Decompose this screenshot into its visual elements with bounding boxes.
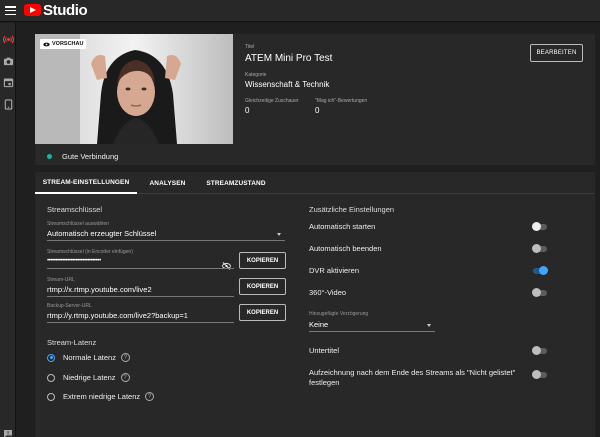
stream-key-underline (47, 268, 234, 269)
auto-start-toggle[interactable] (532, 222, 547, 231)
stream-preview-thumbnail[interactable]: VORSCHAU (35, 34, 233, 144)
auto-end-toggle[interactable] (532, 244, 547, 253)
auto-end-label: Automatisch beenden (309, 244, 382, 253)
edit-button[interactable]: BEARBEITEN (530, 44, 583, 62)
top-app-bar: Studio (0, 0, 600, 22)
tab-stream-settings[interactable]: STREAM-EINSTELLUNGEN (35, 172, 137, 194)
vr360-toggle[interactable] (532, 288, 547, 297)
connection-status-dot (47, 154, 52, 159)
copy-stream-url-button[interactable]: KOPIEREN (239, 278, 286, 295)
sidebar-item-mobile[interactable] (0, 96, 16, 112)
viewers-count: 0 (245, 106, 250, 115)
stream-key-field[interactable]: •••••••••••••••••••••••••••••••• (47, 257, 101, 264)
stream-key-section-title: Streamschlüssel (47, 205, 103, 214)
stream-title: ATEM Mini Pro Test (245, 53, 333, 64)
additional-settings-title: Zusätzliche Einstellungen (309, 205, 395, 214)
copy-backup-url-button[interactable]: KOPIEREN (239, 304, 286, 321)
preview-image (35, 34, 233, 144)
backup-url-field[interactable]: rtmp://y.rtmp.youtube.com/live2?backup=1 (47, 311, 188, 320)
camera-icon (3, 57, 13, 65)
latency-option-label: Extrem niedrige Latenz (63, 392, 141, 401)
stream-url-field[interactable]: rtmp://x.rtmp.youtube.com/live2 (47, 285, 152, 294)
auto-start-label: Automatisch starten (309, 222, 376, 231)
dvr-label: DVR aktivieren (309, 266, 360, 275)
likes-label: "Mag ich"-Bewertungen (315, 98, 368, 104)
unlisted-label: Aufzeichnung nach dem Ende des Streams a… (309, 368, 516, 387)
radio-button-checked[interactable] (47, 353, 55, 362)
stream-key-select-label: Streamschlüssel auswählen (47, 221, 109, 227)
dvr-toggle[interactable] (533, 266, 548, 275)
stream-key-select-underline (47, 240, 285, 241)
sidebar-item-stream[interactable] (0, 31, 16, 47)
sidebar-item-manage[interactable] (0, 74, 16, 90)
latency-section-title: Stream-Latenz (47, 338, 97, 347)
stream-key-label: Streamschlüssel (in Encoder einfügen) (47, 249, 133, 255)
delay-select[interactable]: Keine (309, 320, 328, 329)
stream-url-label: Stream-URL (47, 277, 75, 283)
radio-button[interactable] (47, 392, 55, 401)
preview-badge: VORSCHAU (40, 39, 87, 49)
stream-settings-card: STREAM-EINSTELLUNGEN ANALYSEN STREAMZUST… (35, 172, 595, 437)
vr360-label: 360°-Video (309, 288, 347, 297)
subtitles-label: Untertitel (309, 346, 340, 355)
tab-bar: STREAM-EINSTELLUNGEN ANALYSEN STREAMZUST… (35, 172, 595, 194)
stream-category: Wissenschaft & Technik (245, 80, 330, 89)
unlisted-toggle[interactable] (532, 370, 547, 379)
viewers-label: Gleichzeitige Zuschauer (245, 98, 299, 104)
latency-option-label: Normale Latenz (63, 353, 116, 362)
calendar-icon (3, 77, 13, 87)
hamburger-menu-icon[interactable] (5, 6, 16, 16)
help-icon[interactable]: ? (145, 392, 155, 401)
preview-badge-label: VORSCHAU (52, 41, 84, 47)
sidebar-item-webcam[interactable] (0, 53, 16, 69)
backup-url-underline (47, 322, 234, 323)
visibility-off-icon[interactable] (222, 257, 231, 270)
feedback-icon[interactable] (3, 425, 13, 437)
chevron-down-icon[interactable] (277, 233, 281, 236)
stream-preview-card: VORSCHAU Gute Verbindung Titel ATEM Mini… (35, 34, 595, 165)
backup-url-label: Backup-Server-URL (47, 303, 92, 309)
phone-icon (4, 98, 12, 110)
copy-stream-key-button[interactable]: KOPIEREN (239, 252, 286, 269)
latency-option-normal[interactable]: Normale Latenz ? (47, 353, 130, 362)
chevron-down-icon[interactable] (427, 324, 431, 327)
stream-key-select[interactable]: Automatisch erzeugter Schlüssel (47, 229, 156, 238)
radio-button[interactable] (47, 373, 55, 382)
likes-count: 0 (315, 106, 320, 115)
latency-option-ultra-low[interactable]: Extrem niedrige Latenz ? (47, 392, 155, 401)
tab-analytics[interactable]: ANALYSEN (142, 172, 193, 194)
category-label: Kategorie (245, 72, 267, 78)
delay-label: Hinzugefügte Verzögerung (309, 311, 369, 317)
title-label: Titel (245, 44, 255, 50)
delay-select-underline (309, 331, 435, 332)
help-icon[interactable]: ? (120, 373, 130, 382)
latency-option-label: Niedrige Latenz (63, 373, 116, 382)
subtitles-toggle[interactable] (532, 346, 547, 355)
left-sidebar (0, 23, 16, 437)
latency-option-low[interactable]: Niedrige Latenz ? (47, 373, 130, 382)
connection-status: Gute Verbindung (47, 152, 118, 161)
tab-stream-health[interactable]: STREAMZUSTAND (195, 172, 277, 194)
main-content: VORSCHAU Gute Verbindung Titel ATEM Mini… (17, 23, 600, 437)
app-name: Studio (43, 2, 88, 19)
connection-status-label: Gute Verbindung (62, 152, 119, 161)
youtube-logo[interactable] (24, 4, 41, 16)
eye-icon (43, 42, 50, 46)
live-broadcast-icon (2, 35, 14, 43)
help-icon[interactable]: ? (120, 353, 130, 362)
stream-url-underline (47, 296, 234, 297)
